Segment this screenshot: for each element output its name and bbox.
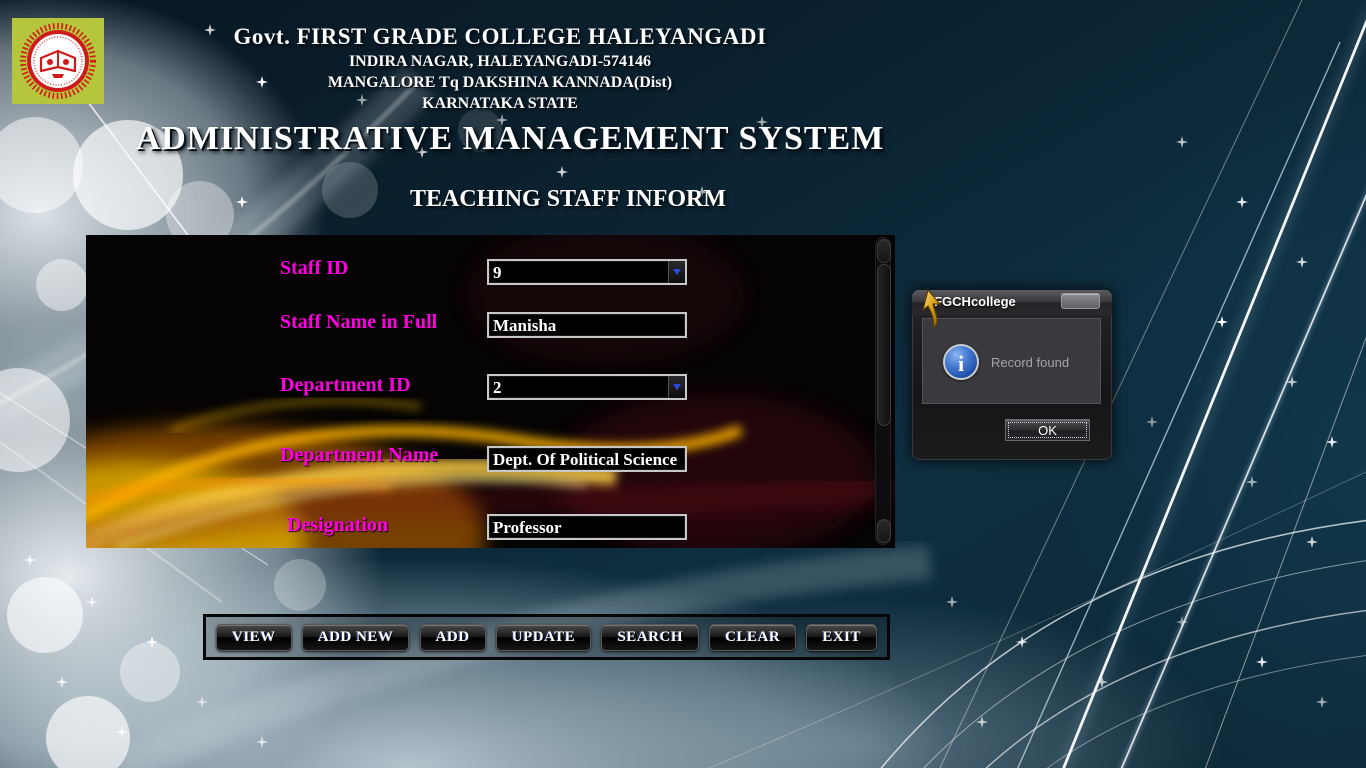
address-line-2: MANGALORE Tq DAKSHINA KANNADA(Dist) — [110, 74, 890, 92]
add-button[interactable]: ADD — [420, 624, 486, 651]
ok-button[interactable]: OK — [1005, 419, 1090, 441]
staff-id-dropdown-button[interactable] — [668, 261, 685, 283]
system-title: ADMINISTRATIVE MANAGEMENT SYSTEM — [0, 120, 1020, 158]
dialog-title: GFGCHcollege — [924, 294, 1016, 309]
dropdown-arrow-icon — [673, 269, 681, 275]
designation-field[interactable]: Professor — [487, 514, 687, 540]
view-button[interactable]: VIEW — [216, 624, 292, 651]
clear-button[interactable]: CLEAR — [709, 624, 796, 651]
department-name-label: Department Name — [280, 444, 438, 467]
department-id-value: 2 — [489, 376, 668, 398]
staff-name-label: Staff Name in Full — [280, 311, 437, 334]
dialog-titlebar[interactable]: GFGCHcollege — [912, 290, 1112, 315]
staff-id-combobox[interactable]: 9 — [487, 259, 687, 285]
dialog-content: i Record found — [922, 318, 1101, 404]
dialog-message: Record found — [991, 355, 1069, 370]
staff-id-value: 9 — [489, 261, 668, 283]
staff-id-label: Staff ID — [280, 257, 348, 280]
address-line-3: KARNATAKA STATE — [110, 95, 890, 113]
form-scrollbar[interactable] — [875, 237, 891, 545]
staff-form-panel: Staff ID 9 Staff Name in Full Manisha De… — [86, 235, 895, 548]
department-id-label: Department ID — [280, 374, 411, 397]
college-name: Govt. FIRST GRADE COLLEGE HALEYANGADI — [110, 24, 890, 50]
info-icon: i — [943, 344, 979, 380]
record-found-dialog: GFGCHcollege i Record found OK — [912, 290, 1112, 460]
update-button[interactable]: UPDATE — [496, 624, 592, 651]
scrollbar-down-button[interactable] — [877, 519, 891, 543]
action-toolbar: VIEW ADD NEW ADD UPDATE SEARCH CLEAR EXI… — [203, 614, 890, 660]
exit-button[interactable]: EXIT — [806, 624, 877, 651]
form-title: TEACHING STAFF INFORM — [410, 186, 747, 215]
designation-label: Designation — [287, 514, 388, 537]
department-id-combobox[interactable]: 2 — [487, 374, 687, 400]
department-name-field[interactable]: Dept. Of Political Science — [487, 446, 687, 472]
department-id-dropdown-button[interactable] — [668, 376, 685, 398]
scrollbar-up-button[interactable] — [877, 239, 891, 263]
search-button[interactable]: SEARCH — [601, 624, 699, 651]
scrollbar-thumb[interactable] — [877, 264, 891, 426]
college-logo — [12, 18, 104, 104]
add-new-button[interactable]: ADD NEW — [302, 624, 410, 651]
close-button[interactable] — [1061, 293, 1100, 309]
dropdown-arrow-icon — [673, 384, 681, 390]
address-line-1: INDIRA NAGAR, HALEYANGADI-574146 — [110, 53, 890, 71]
college-header: Govt. FIRST GRADE COLLEGE HALEYANGADI IN… — [110, 24, 890, 113]
staff-name-field[interactable]: Manisha — [487, 312, 687, 338]
desktop-screen: Govt. FIRST GRADE COLLEGE HALEYANGADI IN… — [0, 0, 1366, 768]
